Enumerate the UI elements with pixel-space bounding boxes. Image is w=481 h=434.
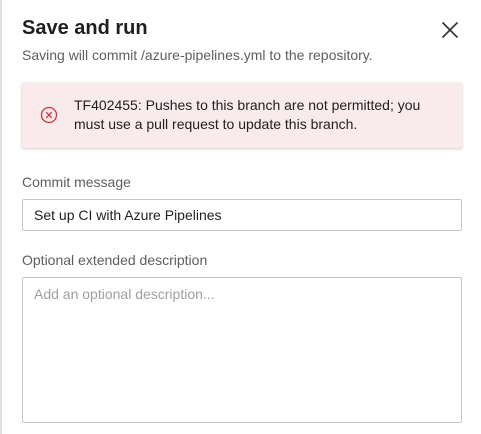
description-label: Optional extended description — [22, 252, 208, 268]
save-and-run-dialog: Save and run Saving will commit /azure-p… — [0, 0, 481, 434]
dialog-subtitle: Saving will commit /azure-pipelines.yml … — [22, 47, 373, 63]
error-circle-icon — [40, 106, 58, 124]
error-banner: TF402455: Pushes to this branch are not … — [22, 83, 462, 148]
commit-message-label: Commit message — [22, 174, 131, 190]
close-button[interactable] — [436, 16, 464, 44]
error-message: TF402455: Pushes to this branch are not … — [74, 97, 421, 132]
description-textarea[interactable] — [22, 277, 462, 423]
close-icon — [441, 21, 459, 39]
background-edge — [0, 0, 2, 434]
dialog-title: Save and run — [22, 17, 148, 39]
commit-message-input[interactable] — [22, 199, 462, 231]
